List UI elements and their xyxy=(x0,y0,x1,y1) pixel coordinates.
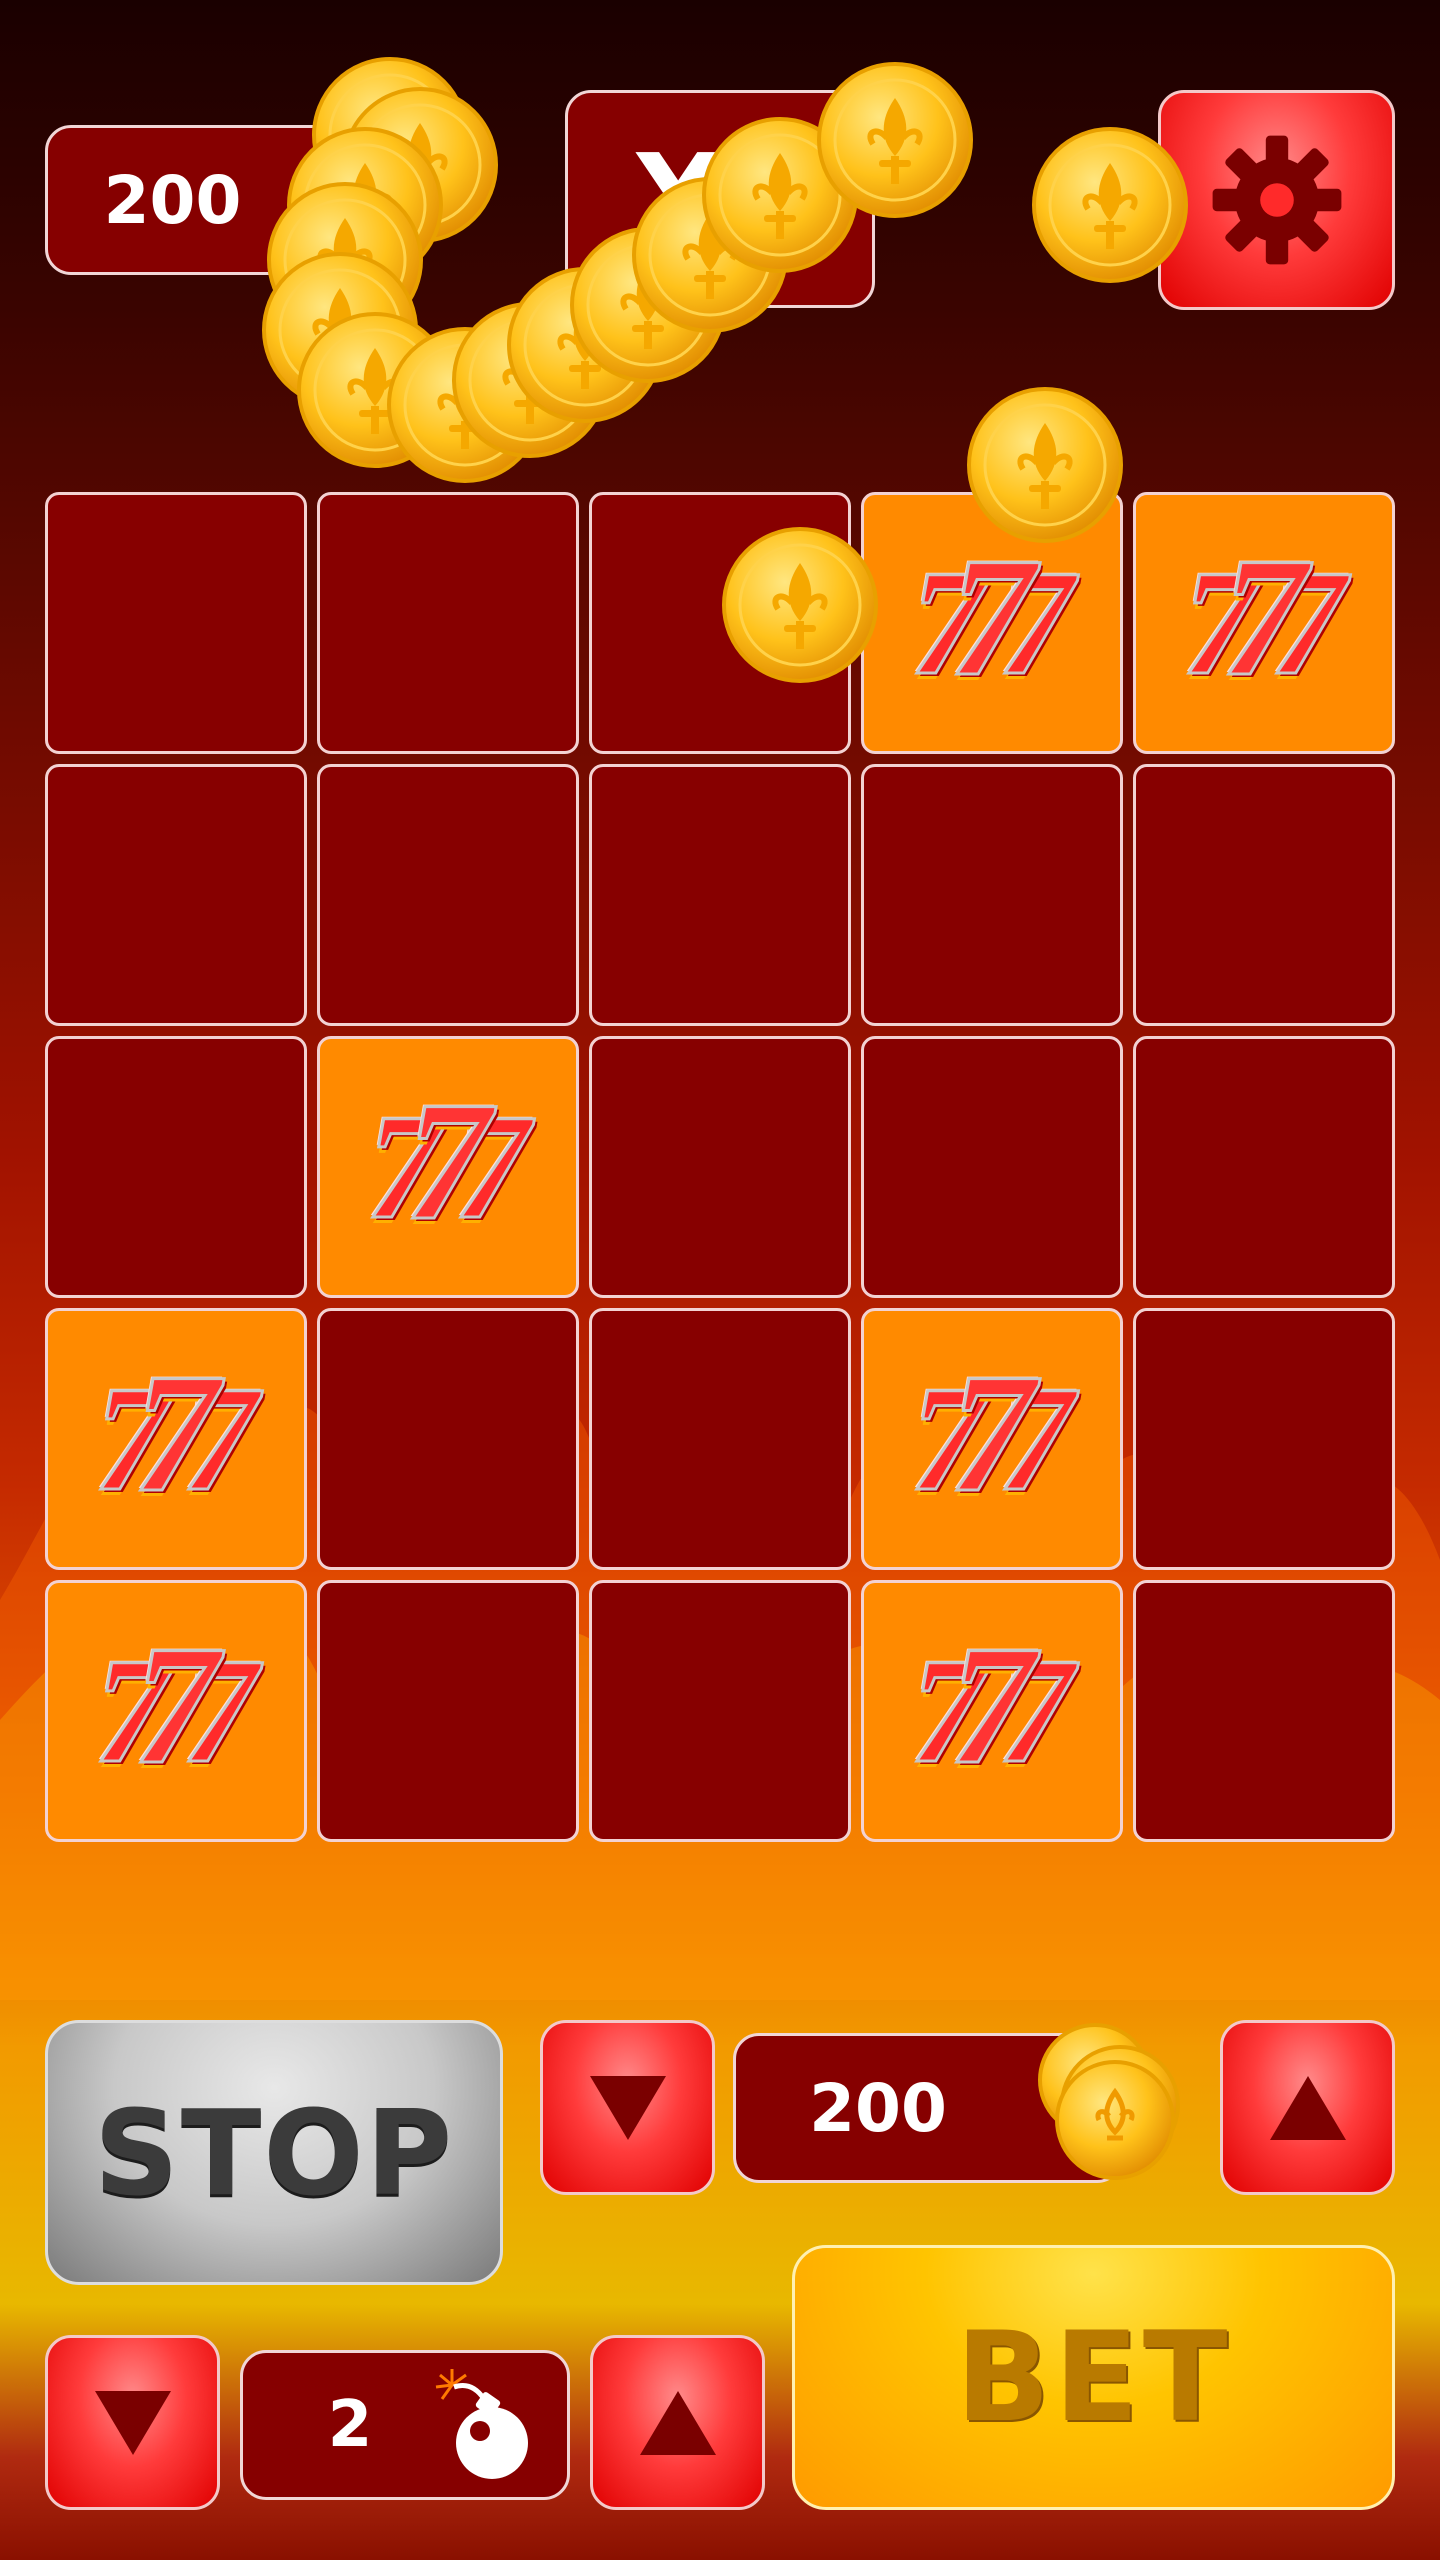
grid-cell[interactable] xyxy=(1133,1036,1395,1298)
seven-glyph: 7 xyxy=(404,1067,492,1255)
balance-value: 200 xyxy=(103,161,242,239)
lucky-777-symbol: 777 xyxy=(93,1619,259,1796)
grid-cell[interactable] xyxy=(589,1036,851,1298)
lucky-777-symbol: 777 xyxy=(93,1347,259,1524)
grid-cell[interactable] xyxy=(317,1580,579,1842)
bet-button[interactable]: BET xyxy=(792,2245,1395,2510)
stop-button[interactable]: STOP xyxy=(45,2020,503,2285)
seven-glyph: 7 xyxy=(132,1339,220,1527)
seven-glyph: 7 xyxy=(948,1339,1036,1527)
grid-cell[interactable]: 777 xyxy=(45,1580,307,1842)
triangle-down-icon xyxy=(94,2390,171,2455)
lucky-777-symbol: 777 xyxy=(909,531,1075,708)
seven-glyph: 7 xyxy=(132,1611,220,1799)
coin-icon xyxy=(817,62,973,218)
coin-icon xyxy=(722,527,878,683)
grid-cell[interactable] xyxy=(317,492,579,754)
grid-cell[interactable] xyxy=(1133,1308,1395,1570)
grid-cell[interactable] xyxy=(589,764,851,1026)
triangle-down-icon xyxy=(589,2075,666,2140)
grid-cell[interactable] xyxy=(589,1308,851,1570)
grid-cell[interactable]: 777 xyxy=(317,1036,579,1298)
lucky-777-symbol: 777 xyxy=(365,1075,531,1252)
grid-cell[interactable] xyxy=(45,1036,307,1298)
grid-cell[interactable] xyxy=(317,1308,579,1570)
grid-cell[interactable] xyxy=(317,764,579,1026)
bet-amount-value: 200 xyxy=(809,2069,947,2147)
grid-cell[interactable] xyxy=(861,1036,1123,1298)
lucky-777-symbol: 777 xyxy=(909,1619,1075,1796)
grid-cell[interactable]: 777 xyxy=(861,1308,1123,1570)
seven-glyph: 7 xyxy=(1220,523,1308,711)
seven-glyph: 7 xyxy=(948,1611,1036,1799)
grid-cell[interactable]: 777 xyxy=(1133,492,1395,754)
grid-cell[interactable] xyxy=(861,764,1123,1026)
triangle-up-icon xyxy=(639,2390,716,2455)
stop-label: STOP xyxy=(93,2083,455,2222)
grid-cell[interactable]: 777 xyxy=(861,1580,1123,1842)
bet-label: BET xyxy=(955,2305,1232,2450)
bomb-icon xyxy=(435,2369,528,2479)
seven-glyph: 7 xyxy=(948,523,1036,711)
grid-cell[interactable] xyxy=(1133,1580,1395,1842)
mines-increase-button[interactable] xyxy=(590,2335,765,2510)
lucky-777-symbol: 777 xyxy=(909,1347,1075,1524)
coin-icon xyxy=(1032,127,1188,283)
coin-icon xyxy=(967,387,1123,543)
grid-cell[interactable] xyxy=(45,492,307,754)
game-grid: 777777777777777777777 xyxy=(45,492,1395,1842)
mines-count-value: 2 xyxy=(327,2388,373,2462)
grid-cell[interactable] xyxy=(45,764,307,1026)
coin-icon xyxy=(1038,2023,1180,2180)
grid-cell[interactable]: 777 xyxy=(45,1308,307,1570)
triangle-up-icon xyxy=(1269,2075,1346,2140)
settings-button[interactable] xyxy=(1158,90,1395,310)
gear-icon xyxy=(1212,135,1341,265)
grid-cell[interactable] xyxy=(1133,764,1395,1026)
bet-decrease-button[interactable] xyxy=(540,2020,715,2195)
mines-decrease-button[interactable] xyxy=(45,2335,220,2510)
lucky-777-symbol: 777 xyxy=(1181,531,1347,708)
bet-increase-button[interactable] xyxy=(1220,2020,1395,2195)
mines-count-display: 2 xyxy=(240,2350,570,2500)
grid-cell[interactable] xyxy=(589,1580,851,1842)
